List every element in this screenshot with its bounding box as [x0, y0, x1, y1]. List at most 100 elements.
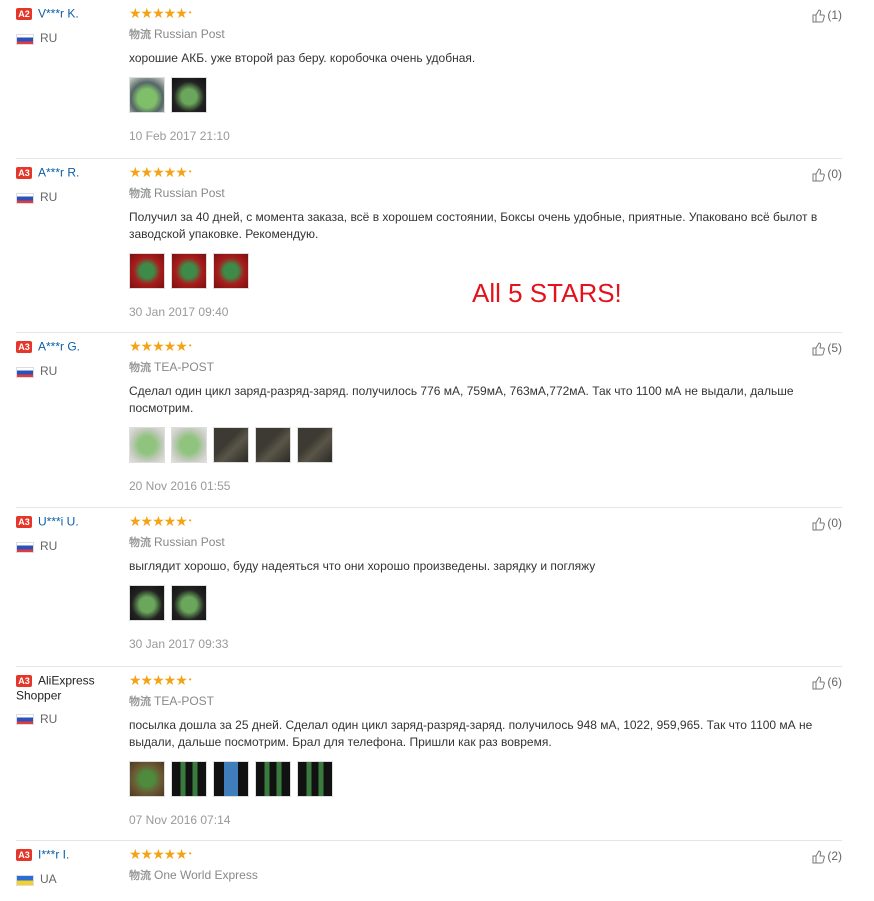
reviewer-country: RU: [16, 712, 121, 726]
star-icons: ★★★★★: [129, 846, 188, 862]
reviewer-info: A3 A***r G. RU: [16, 339, 121, 378]
reviewer-country: RU: [16, 31, 121, 45]
review-photo[interactable]: [129, 77, 165, 113]
review-photo[interactable]: [255, 761, 291, 797]
level-badge: A3: [16, 848, 32, 861]
country-code: RU: [40, 190, 58, 205]
level-badge: A3: [16, 674, 32, 687]
thumbs-up-icon: [812, 8, 827, 23]
review-photo[interactable]: [213, 253, 249, 289]
review-item: A2 V***r K. RU ★★★★★ • 物流 Russian Post хоро…: [16, 0, 842, 159]
review-photo[interactable]: [129, 761, 165, 797]
reviewer-name[interactable]: A***r R.: [38, 165, 79, 179]
reviewer-name[interactable]: I***r I.: [38, 847, 69, 861]
review-date: 10 Feb 2017 21:10: [129, 129, 230, 143]
review-date: 20 Nov 2016 01:55: [129, 479, 231, 493]
review-photo[interactable]: [171, 585, 207, 621]
shipping-name: Russian Post: [154, 27, 225, 41]
shipping-name: TEA-POST: [154, 694, 215, 708]
star-icons: ★★★★★: [129, 513, 188, 529]
reviewer-info: A3 A***r R. RU: [16, 165, 121, 204]
review-photos: [129, 761, 842, 799]
review-body: ★★★★★ • 物流 One World Express: [129, 841, 842, 883]
helpful-button[interactable]: (2): [812, 849, 842, 864]
review-photo[interactable]: [171, 427, 207, 463]
star-icons: ★★★★★: [129, 338, 188, 354]
review-photo[interactable]: [171, 77, 207, 113]
thumbs-up-icon: [812, 167, 827, 182]
review-photo[interactable]: [129, 427, 165, 463]
reviewer-info: A3 I***r I. UA: [16, 847, 121, 886]
review-text: посылка дошла за 25 дней. Сделал один ци…: [129, 718, 813, 749]
star-icons: ★★★★★: [129, 164, 188, 180]
review-body: ★★★★★ • 物流 TEA-POST Сделал один цикл заряд…: [129, 333, 842, 507]
flag-icon: [16, 366, 34, 378]
star-rating: ★★★★★ •: [129, 846, 191, 862]
review-text: выглядит хорошо, буду надеяться что они …: [129, 559, 596, 573]
country-code: RU: [40, 364, 58, 379]
thumbs-up-icon: [812, 516, 827, 531]
reviewer-country: UA: [16, 872, 121, 886]
country-code: RU: [40, 539, 58, 554]
reviewer-country: RU: [16, 190, 121, 204]
reviewer-name[interactable]: U***i U.: [38, 514, 79, 528]
helpful-button[interactable]: (6): [812, 675, 842, 690]
review-item: A3 A***r G. RU ★★★★★ • 物流 TEA-POST Сделал о…: [16, 333, 842, 508]
logistics-icon: 物流: [129, 536, 151, 549]
review-item: A3 I***r I. UA ★★★★★ • 物流 One World Express…: [16, 841, 842, 901]
shipping-method: 物流 Russian Post: [129, 26, 842, 42]
reviewer-name[interactable]: A***r G.: [38, 339, 80, 353]
shipping-name: Russian Post: [154, 186, 225, 200]
review-text: хорошие АКБ. уже второй раз беру. коробо…: [129, 51, 476, 65]
helpful-count: (1): [827, 8, 842, 22]
review-photo[interactable]: [255, 427, 291, 463]
review-photo[interactable]: [297, 427, 333, 463]
country-code: RU: [40, 31, 58, 46]
helpful-button[interactable]: (5): [812, 341, 842, 356]
shipping-method: 物流 Russian Post: [129, 185, 842, 201]
helpful-count: (5): [827, 341, 842, 355]
review-photo[interactable]: [213, 427, 249, 463]
level-badge: A2: [16, 7, 32, 20]
helpful-count: (0): [827, 516, 842, 530]
reviewer-info: A3 AliExpress Shopper RU: [16, 673, 121, 726]
review-photo[interactable]: [171, 761, 207, 797]
helpful-button[interactable]: (1): [812, 8, 842, 23]
helpful-button[interactable]: (0): [812, 167, 842, 182]
reviewer-name[interactable]: V***r K.: [38, 6, 79, 20]
review-date: 30 Jan 2017 09:40: [129, 305, 229, 319]
review-photo[interactable]: [171, 253, 207, 289]
review-photos: [129, 585, 842, 623]
review-date: 30 Jan 2017 09:33: [129, 637, 229, 651]
thumbs-up-icon: [812, 849, 827, 864]
review-photo[interactable]: [213, 761, 249, 797]
review-photo[interactable]: [129, 253, 165, 289]
thumbs-up-icon: [812, 341, 827, 356]
star-rating: ★★★★★ •: [129, 513, 191, 529]
shipping-name: TEA-POST: [154, 360, 215, 374]
shipping-method: 物流 TEA-POST: [129, 359, 842, 375]
star-rating: ★★★★★ •: [129, 338, 191, 354]
thumbs-up-icon: [812, 675, 827, 690]
star-rating: ★★★★★ •: [129, 672, 191, 688]
helpful-count: (2): [827, 849, 842, 863]
logistics-icon: 物流: [129, 695, 151, 708]
logistics-icon: 物流: [129, 869, 151, 882]
review-photo[interactable]: [297, 761, 333, 797]
flag-icon: [16, 541, 34, 553]
flag-icon: [16, 192, 34, 204]
review-photos: [129, 77, 842, 115]
flag-icon: [16, 713, 34, 725]
logistics-icon: 物流: [129, 361, 151, 374]
reviewer-info: A2 V***r K. RU: [16, 6, 121, 45]
level-badge: A3: [16, 166, 32, 179]
helpful-count: (0): [827, 167, 842, 181]
helpful-count: (6): [827, 675, 842, 689]
review-photo[interactable]: [129, 585, 165, 621]
helpful-button[interactable]: (0): [812, 516, 842, 531]
reviewer-country: RU: [16, 539, 121, 553]
shipping-name: Russian Post: [154, 535, 225, 549]
flag-icon: [16, 874, 34, 886]
review-photos: [129, 427, 842, 465]
star-rating: ★★★★★ •: [129, 5, 191, 21]
